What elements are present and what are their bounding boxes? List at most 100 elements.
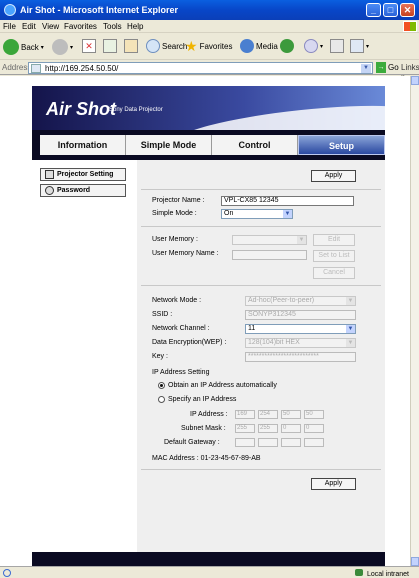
intranet-icon xyxy=(355,569,364,576)
divider xyxy=(141,469,381,470)
search-button[interactable]: Search xyxy=(146,39,187,53)
scroll-down-icon[interactable] xyxy=(411,557,419,566)
home-icon xyxy=(124,39,138,53)
set-to-list-button[interactable]: Set to List xyxy=(313,250,355,262)
tab-control[interactable]: Control xyxy=(212,135,298,155)
menu-edit[interactable]: Edit xyxy=(22,22,36,31)
specify-ip-radio[interactable] xyxy=(158,396,165,403)
gateway-octet-field[interactable] xyxy=(235,438,255,447)
apply-button-top[interactable]: Apply xyxy=(311,170,356,182)
status-bar: Local intranet xyxy=(0,566,419,578)
chevron-down-icon[interactable]: ▼ xyxy=(361,64,371,73)
ip-octet-field[interactable]: 50 xyxy=(281,410,301,419)
brand-subtitle: Sony Data Projector xyxy=(109,107,163,113)
media-icon xyxy=(240,39,254,53)
chevron-down-icon: ▼ xyxy=(297,236,306,244)
ip-octet-field[interactable]: 254 xyxy=(258,410,278,419)
vertical-scrollbar[interactable] xyxy=(410,76,419,566)
subnet-mask-label: Subnet Mask : xyxy=(181,425,226,432)
ssid-label: SSID : xyxy=(152,311,173,318)
tab-simple-mode[interactable]: Simple Mode xyxy=(126,135,212,155)
print-icon xyxy=(330,39,344,53)
user-memory-name-field[interactable] xyxy=(232,250,307,260)
windows-logo-icon xyxy=(403,21,417,32)
subnet-octet-field[interactable]: 0 xyxy=(304,424,324,433)
edit-icon xyxy=(350,39,364,53)
airshot-logo: Air Shot xyxy=(46,99,116,119)
sidebar-item-password[interactable]: Password xyxy=(40,184,126,197)
menu-favorites[interactable]: Favorites xyxy=(64,22,97,31)
data-encryption-select[interactable]: 128(104)bit HEX ▼ xyxy=(245,338,356,348)
edit-button[interactable]: Edit xyxy=(313,234,355,246)
ip-octet-field[interactable]: 169 xyxy=(235,410,255,419)
media-label: Media xyxy=(256,41,278,51)
apply-button-bottom[interactable]: Apply xyxy=(311,478,356,490)
maximize-button[interactable]: □ xyxy=(383,3,398,17)
divider xyxy=(141,226,381,227)
key-field[interactable]: ************************** xyxy=(245,352,356,362)
airshot-page: Air Shot Sony Data Projector Information… xyxy=(32,86,385,566)
tab-information[interactable]: Information xyxy=(40,135,126,155)
subnet-octet-field[interactable]: 0 xyxy=(281,424,301,433)
subnet-octet-field[interactable]: 255 xyxy=(258,424,278,433)
obtain-auto-radio[interactable] xyxy=(158,382,165,389)
ssid-field[interactable]: SONYP312345 xyxy=(245,310,356,320)
menu-tools[interactable]: Tools xyxy=(103,22,122,31)
print-button[interactable] xyxy=(330,39,344,53)
home-button[interactable] xyxy=(124,39,138,53)
close-button[interactable]: ✕ xyxy=(400,3,415,17)
search-icon xyxy=(146,39,160,53)
back-label: Back xyxy=(21,42,39,52)
edit-page-button[interactable]: ▾ xyxy=(350,39,369,53)
network-channel-value: 11 xyxy=(248,325,256,332)
menu-bar: File Edit View Favorites Tools Help xyxy=(0,20,419,33)
media-button[interactable]: Media xyxy=(240,39,278,53)
page-status-icon xyxy=(3,569,11,577)
network-channel-select[interactable]: 11 ▼ xyxy=(245,324,356,334)
back-button[interactable]: Back ▾ xyxy=(3,39,44,55)
refresh-button[interactable] xyxy=(103,39,117,53)
projector-name-field[interactable]: VPL-CX85 12345 xyxy=(221,196,354,206)
search-label: Search xyxy=(162,41,188,51)
ip-octet-field[interactable]: 50 xyxy=(304,410,324,419)
specify-ip-label: Specify an IP Address xyxy=(168,396,237,403)
scroll-up-icon[interactable] xyxy=(411,76,419,85)
sidebar-item-projector-setting[interactable]: Projector Setting xyxy=(40,168,126,181)
gateway-octet-field[interactable] xyxy=(304,438,324,447)
stop-icon: ✕ xyxy=(82,39,96,53)
menu-file[interactable]: File xyxy=(3,22,16,31)
projector-name-label: Projector Name : xyxy=(152,197,205,204)
user-memory-select[interactable]: ▼ xyxy=(232,235,307,245)
mail-button[interactable]: ▾ xyxy=(304,39,323,53)
divider xyxy=(141,285,381,286)
subnet-octet-field[interactable]: 255 xyxy=(235,424,255,433)
go-button[interactable]: → Go xyxy=(376,62,400,74)
page-footer xyxy=(32,552,385,566)
projector-icon xyxy=(45,170,54,179)
network-mode-value: Ad-hoc(Peer-to-peer) xyxy=(248,297,315,304)
dropdown-icon: ▾ xyxy=(366,43,370,50)
gateway-octet-field[interactable] xyxy=(281,438,301,447)
ip-setting-label: IP Address Setting xyxy=(152,369,210,376)
favorites-button[interactable]: ★ Favorites xyxy=(185,39,232,53)
stop-button[interactable]: ✕ xyxy=(82,39,96,53)
menu-view[interactable]: View xyxy=(42,22,59,31)
menu-help[interactable]: Help xyxy=(127,22,143,31)
simple-mode-select[interactable]: On ▼ xyxy=(221,209,293,219)
forward-button[interactable]: ▾ xyxy=(52,39,73,55)
minimize-button[interactable]: _ xyxy=(366,3,381,17)
forward-arrow-icon xyxy=(52,39,68,55)
address-input[interactable]: http://169.254.50.50/ ▼ xyxy=(28,62,373,74)
tab-setup[interactable]: Setup xyxy=(298,135,385,155)
gateway-octet-field[interactable] xyxy=(258,438,278,447)
page-icon xyxy=(31,64,41,73)
cancel-button[interactable]: Cancel xyxy=(313,267,355,279)
network-mode-select[interactable]: Ad-hoc(Peer-to-peer) ▼ xyxy=(245,296,356,306)
sidebar: Projector Setting Password xyxy=(32,160,137,552)
chevron-down-icon: ▼ xyxy=(346,297,355,305)
address-label: Address xyxy=(2,63,32,72)
page-viewport: Air Shot Sony Data Projector Information… xyxy=(0,76,410,566)
history-button[interactable] xyxy=(280,39,294,53)
chevron-down-icon: ▼ xyxy=(346,325,355,333)
banner-swoosh xyxy=(170,96,385,130)
